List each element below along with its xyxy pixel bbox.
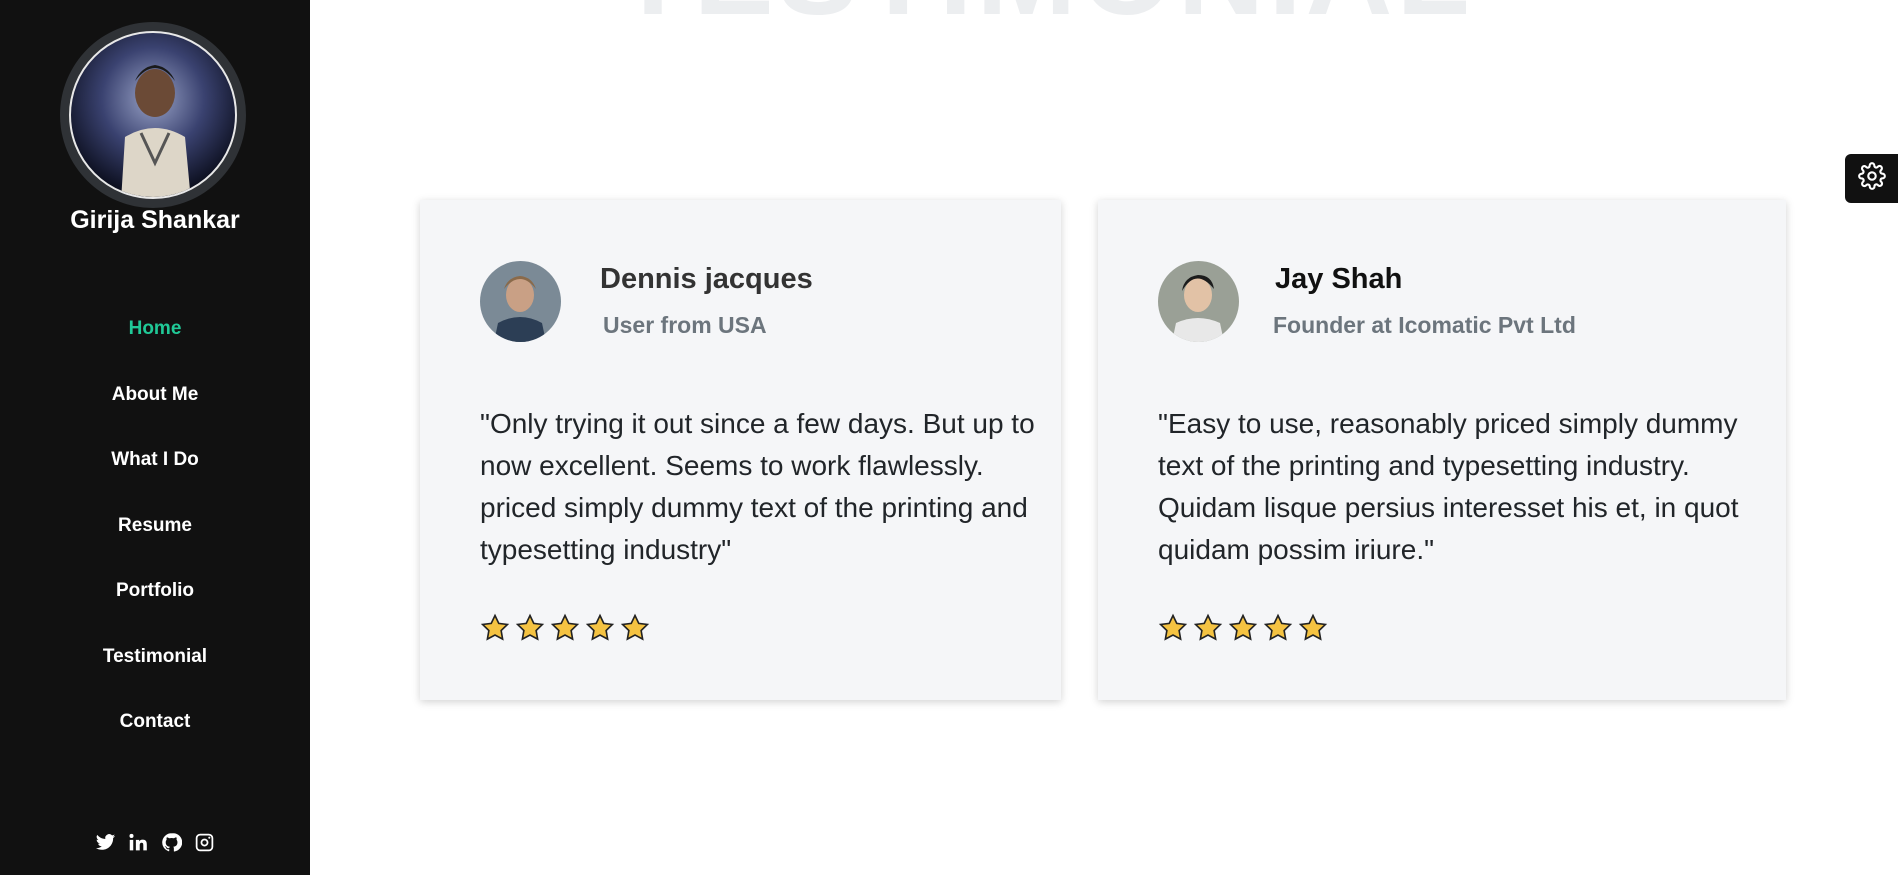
reviewer-name: Jay Shah: [1275, 263, 1403, 295]
gear-icon: [1857, 162, 1886, 195]
testimonial-quote: "Easy to use, reasonably priced simply d…: [1158, 408, 1739, 565]
reviewer-avatar: [1158, 261, 1239, 342]
testimonial-card: Dennis jacques User from USA "Only tryin…: [420, 200, 1061, 700]
nav-item-testimonial[interactable]: Testimonial: [0, 646, 310, 712]
profile-avatar-ring: [60, 22, 246, 208]
star-icon: [620, 613, 650, 648]
star-rating: [480, 613, 650, 648]
instagram-icon[interactable]: [194, 832, 215, 853]
twitter-icon[interactable]: [95, 832, 116, 853]
github-icon[interactable]: [161, 832, 183, 853]
star-icon: [585, 613, 615, 648]
nav-item-contact[interactable]: Contact: [0, 711, 310, 777]
testimonial-card: Jay Shah Founder at Icomatic Pvt Ltd "Ea…: [1098, 200, 1786, 700]
star-icon: [1228, 613, 1258, 648]
star-icon: [550, 613, 580, 648]
main-nav: Home About Me What I Do Resume Portfolio…: [0, 318, 310, 777]
reviewer-name: Dennis jacques: [600, 263, 813, 295]
star-icon: [480, 613, 510, 648]
star-icon: [1158, 613, 1188, 648]
testimonial-quote: "Only trying it out since a few days. Bu…: [480, 408, 1035, 565]
nav-item-what-i-do[interactable]: What I Do: [0, 449, 310, 515]
nav-item-home[interactable]: Home: [0, 318, 310, 384]
star-icon: [1298, 613, 1328, 648]
star-rating: [1158, 613, 1328, 648]
reviewer-role: Founder at Icomatic Pvt Ltd: [1273, 312, 1576, 338]
star-icon: [515, 613, 545, 648]
nav-item-about-me[interactable]: About Me: [0, 384, 310, 450]
reviewer-role: User from USA: [603, 312, 767, 338]
nav-item-resume[interactable]: Resume: [0, 515, 310, 581]
sidebar: Girija Shankar Home About Me What I Do R…: [0, 0, 310, 875]
reviewer-avatar: [480, 261, 561, 342]
linkedin-icon[interactable]: [128, 832, 149, 853]
social-links: [0, 832, 310, 853]
star-icon: [1193, 613, 1223, 648]
profile-avatar: [69, 31, 237, 199]
testimonial-section: TESTIMONIAL Dennis jacques User from USA…: [310, 0, 1898, 875]
style-switcher-toggle[interactable]: [1845, 154, 1898, 203]
nav-item-portfolio[interactable]: Portfolio: [0, 580, 310, 646]
star-icon: [1263, 613, 1293, 648]
section-background-title: TESTIMONIAL: [310, 0, 1780, 42]
owner-name: Girija Shankar: [70, 206, 240, 234]
